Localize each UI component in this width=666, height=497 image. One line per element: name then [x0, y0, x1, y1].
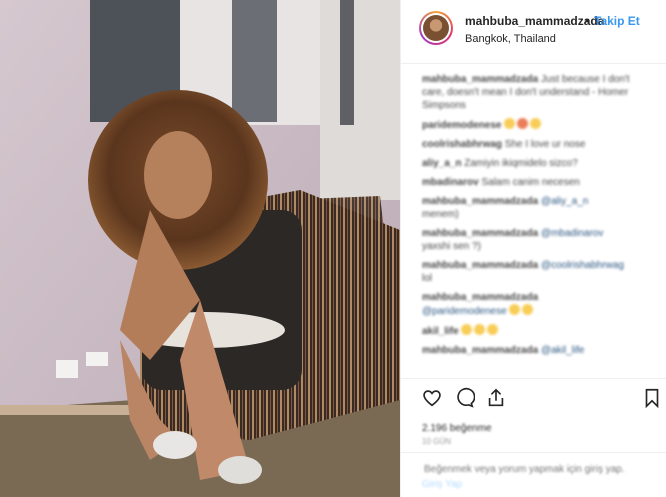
- emoji-icon: [509, 304, 521, 315]
- emoji-icon: [517, 118, 529, 129]
- comment-text: lol: [422, 273, 433, 284]
- comment-item: mahbuba_mammadzada @mbadinarov yaxshi sen…: [422, 227, 647, 253]
- login-link[interactable]: Giriş Yap: [422, 479, 462, 490]
- comment-item: mahbuba_mammadzada @coolrishabhrwag lol: [422, 259, 647, 285]
- comment-username[interactable]: paridemodenese: [422, 120, 501, 131]
- comment-username[interactable]: mahbuba_mammadzada: [422, 74, 538, 85]
- comment-username[interactable]: mahbuba_mammadzada: [422, 260, 538, 271]
- comment-username[interactable]: mahbuba_mammadzada: [422, 345, 538, 356]
- comment-mention[interactable]: @akil_life: [541, 345, 585, 356]
- comment-item: mahbuba_mammadzada @paridemodenese: [422, 291, 647, 318]
- heart-icon[interactable]: [421, 387, 443, 409]
- likes-count[interactable]: 2.196 beğenme: [422, 423, 492, 434]
- comment-username[interactable]: aliy_a_n: [422, 158, 461, 169]
- comment-item: aliy_a_n Zamiyin ikiqmidelo sizco?: [422, 157, 647, 170]
- comment-text: She I love ur nose: [504, 139, 586, 150]
- comment-list: mahbuba_mammadzada Just because I don't …: [422, 73, 647, 378]
- follow-button[interactable]: Takip Et: [594, 14, 640, 28]
- comment-text: yaxshi sen ?): [422, 241, 481, 252]
- avatar-ring: [421, 13, 451, 43]
- comment-text: Salam canim necesen: [481, 177, 580, 188]
- comment-item: mahbuba_mammadzada @akil_life: [422, 344, 647, 357]
- comment-item: paridemodenese: [422, 118, 647, 132]
- post-header: mahbuba_mammadzada • Takip Et Bangkok, T…: [401, 0, 666, 64]
- comment-username[interactable]: mahbuba_mammadzada: [422, 292, 538, 303]
- post-date: 10 GÜN: [422, 437, 451, 446]
- emoji-icon: [522, 304, 534, 315]
- emoji-icon: [487, 324, 499, 335]
- comment-mention[interactable]: @paridemodenese: [422, 306, 507, 317]
- avatar-image: [423, 15, 449, 41]
- post-photo: [0, 0, 400, 497]
- comment-item: coolrishabhrwag She I love ur nose: [422, 138, 647, 151]
- emoji-icon: [504, 118, 516, 129]
- comment-username[interactable]: akil_life: [422, 326, 459, 337]
- location-link[interactable]: Bangkok, Thailand: [465, 33, 556, 45]
- username-link[interactable]: mahbuba_mammadzada: [465, 14, 604, 28]
- action-bar: 2.196 beğenme: [401, 378, 666, 439]
- comment-username[interactable]: mahbuba_mammadzada: [422, 228, 538, 239]
- post-image: [0, 0, 400, 497]
- post-side-panel: mahbuba_mammadzada • Takip Et Bangkok, T…: [400, 0, 666, 497]
- emoji-icon: [530, 118, 542, 129]
- comment-mention[interactable]: @aliy_a_n: [541, 196, 588, 207]
- comment-item: akil_life: [422, 324, 647, 338]
- comment-username[interactable]: mahbuba_mammadzada: [422, 196, 538, 207]
- bookmark-icon[interactable]: [641, 387, 663, 409]
- comment-icon[interactable]: [453, 387, 475, 409]
- comment-bar: Giriş Yap: [401, 452, 666, 497]
- comment-username[interactable]: mbadinarov: [422, 177, 479, 188]
- comment-text: menem): [422, 209, 459, 220]
- comment-mention[interactable]: @coolrishabhrwag: [541, 260, 624, 271]
- comment-input[interactable]: [422, 463, 626, 476]
- comment-item: mahbuba_mammadzada Just because I don't …: [422, 73, 647, 112]
- separator-dot: •: [585, 14, 590, 28]
- emoji-icon: [461, 324, 473, 335]
- avatar[interactable]: [419, 11, 453, 45]
- comment-item: mbadinarov Salam canim necesen: [422, 176, 647, 189]
- share-icon[interactable]: [485, 387, 507, 409]
- comment-item: mahbuba_mammadzada @aliy_a_n menem): [422, 195, 647, 221]
- comment-text: Zamiyin ikiqmidelo sizco?: [464, 158, 578, 169]
- emoji-icon: [474, 324, 486, 335]
- comment-mention[interactable]: @mbadinarov: [541, 228, 603, 239]
- comment-username[interactable]: coolrishabhrwag: [422, 139, 502, 150]
